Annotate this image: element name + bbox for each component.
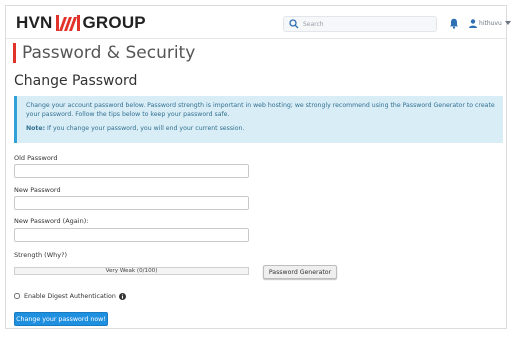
page-title: Password & Security xyxy=(13,43,195,63)
app-frame: HVN GROUP h xyxy=(5,5,511,329)
digest-auth-option[interactable]: Enable Digest Authentication xyxy=(14,291,126,301)
new-password-label: New Password xyxy=(14,186,61,194)
strength-label[interactable]: Strength (Why?) xyxy=(14,251,67,259)
main-content: Password & Security Change Password Chan… xyxy=(6,39,506,328)
alert-note-label: Note: xyxy=(26,125,46,132)
search-box[interactable] xyxy=(283,16,437,32)
info-alert: Change your account password below. Pass… xyxy=(14,96,503,143)
digest-auth-checkbox[interactable] xyxy=(14,293,20,299)
user-menu[interactable]: hithuvu xyxy=(469,17,511,29)
section-title: Change Password xyxy=(14,73,138,89)
user-icon xyxy=(469,18,477,28)
brand-logo[interactable]: HVN GROUP xyxy=(16,12,146,34)
password-strength-meter: Very Weak (0/100) xyxy=(14,267,249,275)
top-bar: HVN GROUP h xyxy=(6,6,511,39)
old-password-label: Old Password xyxy=(14,154,58,162)
search-input[interactable] xyxy=(303,20,433,28)
notifications-bell-icon[interactable] xyxy=(449,18,459,29)
brand-name-right: GROUP xyxy=(82,13,146,32)
digest-auth-label: Enable Digest Authentication xyxy=(24,292,116,300)
brand-name-left: HVN xyxy=(16,13,53,32)
chevron-down-icon xyxy=(504,21,511,25)
old-password-field[interactable] xyxy=(14,164,249,178)
brand-mark-icon xyxy=(55,15,80,31)
password-generator-button[interactable]: Password Generator xyxy=(263,265,337,279)
new-password-field[interactable] xyxy=(14,196,249,210)
alert-text: Change your account password below. Pass… xyxy=(26,102,495,118)
change-password-button[interactable]: Change your password now! xyxy=(14,312,108,326)
new-password-again-label: New Password (Again): xyxy=(14,217,89,225)
alert-note-text: If you change your password, you will en… xyxy=(47,125,245,132)
new-password-again-field[interactable] xyxy=(14,228,249,242)
user-name: hithuvu xyxy=(479,19,502,27)
info-icon[interactable] xyxy=(118,292,126,300)
search-icon xyxy=(289,19,299,29)
alert-note: Note: If you change your password, you w… xyxy=(26,125,495,134)
